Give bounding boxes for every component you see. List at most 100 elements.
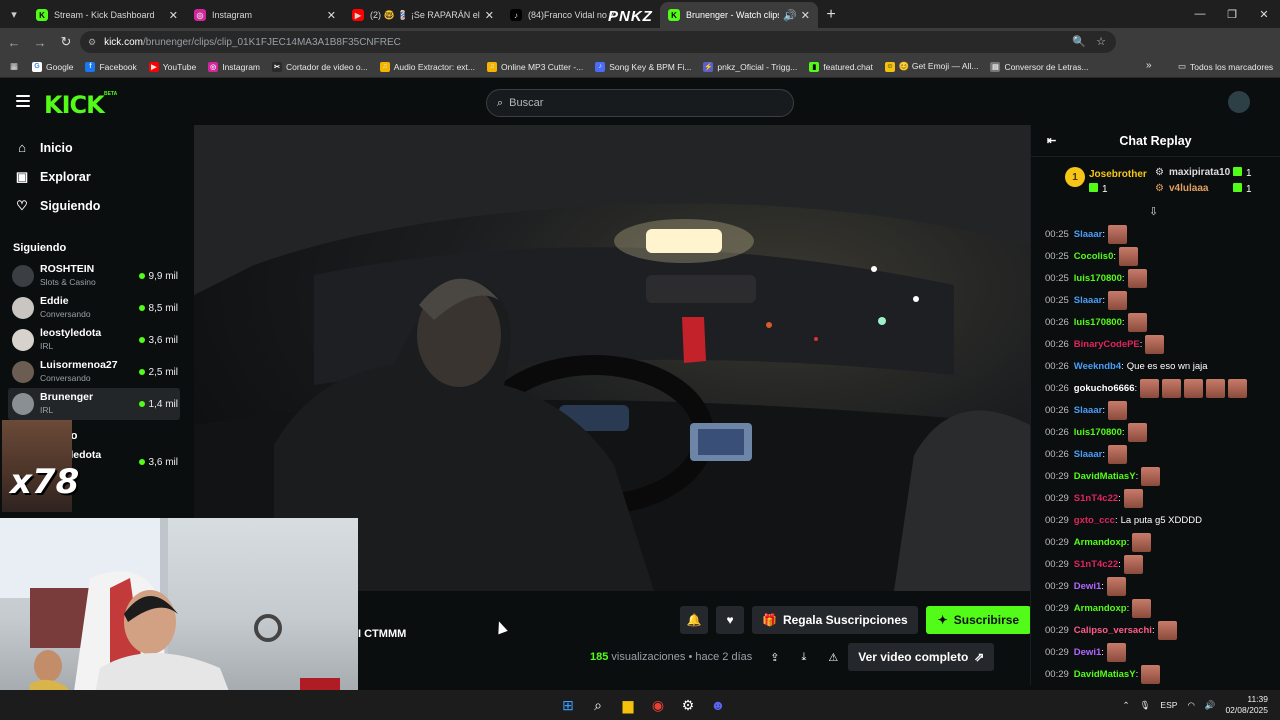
subscribe-button[interactable]: ✦ Suscribirse (925, 606, 1032, 634)
chat-username[interactable]: Armandoxp (1074, 603, 1127, 614)
chat-username[interactable]: Slaaar (1074, 449, 1103, 460)
close-icon[interactable]: ✕ (327, 9, 336, 22)
bookmark-google[interactable]: G Google (32, 61, 73, 72)
chat-username[interactable]: Slaaar (1074, 229, 1103, 240)
tab-youtube[interactable]: ▶ (2) 🤓 💈 ¡Se RAPARÁN el cabe ✕ (344, 2, 502, 28)
report-icon[interactable]: ⚠ (828, 651, 838, 664)
chat-username[interactable]: Dewi1 (1074, 581, 1101, 592)
channel-leostyledota[interactable]: leostyledota IRL 3,6 mil (0, 324, 188, 356)
bookmark-mp3-cutter[interactable]: ♫ Online MP3 Cutter -... (487, 61, 583, 72)
volume-icon[interactable]: 🔊 (1205, 700, 1216, 711)
minimize-button[interactable]: — (1184, 0, 1216, 28)
apps-icon[interactable]: ▦ (10, 61, 18, 72)
chat-username[interactable]: DavidMatiasY (1074, 471, 1136, 482)
bookmark-star-icon[interactable]: ☆ (1096, 35, 1106, 48)
emote-icon (1106, 576, 1126, 596)
chat-username[interactable]: DavidMatiasY (1074, 669, 1136, 680)
chat-username[interactable]: Dewi1 (1074, 647, 1101, 658)
collapse-chat-icon[interactable]: ⇤ (1047, 134, 1056, 147)
notification-bell-button[interactable]: 🔔 (680, 606, 708, 634)
chat-username[interactable]: gokucho6666 (1074, 383, 1135, 394)
more-bookmarks-icon[interactable]: » (1146, 60, 1152, 71)
avatar[interactable] (1228, 91, 1250, 113)
all-bookmarks-folder[interactable]: ▭ Todos los marcadores (1178, 61, 1273, 72)
channel-luisormenoa27[interactable]: Luisormenoa27 Conversando 2,5 mil (0, 356, 188, 388)
gift-icon: 🎁 (762, 613, 777, 627)
search-icon[interactable]: ⌕ (586, 693, 610, 717)
chat-username[interactable]: Slaaar (1074, 405, 1103, 416)
bookmark-song-key[interactable]: ♪ Song Key & BPM Fi... (595, 61, 691, 72)
menu-icon[interactable] (16, 95, 30, 107)
tab-brunenger-clips[interactable]: K Brunenger - Watch clips on 🔊 ✕ (660, 2, 818, 28)
close-icon[interactable]: ✕ (801, 9, 810, 22)
chat-separator: : (1102, 228, 1105, 240)
tray-chevron-icon[interactable]: ⌃ (1123, 700, 1130, 711)
tab-search-icon[interactable]: ▾ (0, 0, 28, 28)
chat-username[interactable]: gxto_ccc (1074, 515, 1115, 526)
chat-username[interactable]: BinaryCodePE (1074, 339, 1140, 350)
sidebar-item-inicio[interactable]: ⌂ Inicio (0, 133, 188, 162)
chat-timestamp: 00:26 (1045, 360, 1069, 372)
site-info-icon[interactable]: ⚙ (88, 37, 96, 48)
search-input[interactable]: ⌕ Buscar (486, 89, 794, 117)
app-icon[interactable]: ⚙ (676, 693, 700, 717)
close-icon[interactable]: ✕ (169, 9, 178, 22)
speaker-icon[interactable]: 🔊 (783, 9, 797, 22)
scroll-down-icon[interactable]: ⇩ (1149, 205, 1158, 218)
wifi-icon[interactable]: ◠ (1187, 700, 1194, 711)
bookmark-facebook[interactable]: f Facebook (85, 61, 137, 72)
sidebar-item-siguiendo[interactable]: ♡ Siguiendo (0, 191, 188, 220)
gift-subs-button[interactable]: 🎁 Regala Suscripciones (752, 606, 918, 634)
tab-instagram[interactable]: ◎ Instagram ✕ (186, 2, 344, 28)
chat-message: 00:29 Calipso_versachi: (1045, 619, 1280, 641)
bookmark-pnkz-trigger[interactable]: ⚡ pnkz_Oficial - Trigg... (703, 61, 797, 72)
clock[interactable]: 11:39 02/08/2025 (1225, 694, 1268, 716)
channel-brunenger[interactable]: Brunenger IRL 1,4 mil (8, 388, 180, 420)
bookmark-featured-chat[interactable]: ▮ featured.chat (809, 61, 873, 72)
close-icon[interactable]: ✕ (485, 9, 494, 22)
chat-username[interactable]: Slaaar (1074, 295, 1103, 306)
forward-button[interactable]: → (28, 30, 52, 54)
kick-logo[interactable]: KICK (44, 91, 105, 119)
bookmark-video-cutter[interactable]: ✂ Cortador de video o... (272, 61, 368, 72)
share-icon[interactable]: ⇪ (770, 651, 779, 664)
chat-username[interactable]: Armandoxp (1074, 537, 1127, 548)
chat-username[interactable]: Weekndb4 (1074, 361, 1121, 372)
bookmark-get-emoji[interactable]: ☺ 😊 Get Emoji — All... (884, 61, 978, 72)
bookmark-youtube[interactable]: ▶ YouTube (148, 61, 196, 72)
close-window-button[interactable]: ✕ (1248, 0, 1280, 28)
reload-button[interactable]: ↻ (54, 30, 78, 54)
sidebar-item-explorar[interactable]: ▣ Explorar (0, 162, 188, 191)
language-indicator[interactable]: ESP (1160, 700, 1177, 710)
chat-username[interactable]: luis170800 (1074, 273, 1122, 284)
discord-icon[interactable]: ☻ (706, 693, 730, 717)
follow-heart-button[interactable]: ♥ (716, 606, 744, 634)
windows-start-icon[interactable]: ⊞ (556, 693, 580, 717)
emote-icon (1162, 378, 1182, 398)
bookmark-conversor[interactable]: ▤ Conversor de Letras... (990, 61, 1089, 72)
chat-separator: : (1121, 426, 1125, 438)
maximize-button[interactable]: ❐ (1216, 0, 1248, 28)
tab-kick-dashboard[interactable]: K Stream - Kick Dashboard ✕ (28, 2, 186, 28)
chat-username[interactable]: S1nT4c22 (1074, 493, 1118, 504)
chat-username[interactable]: luis170800 (1074, 427, 1122, 438)
microphone-icon[interactable]: 🎙 (1140, 700, 1151, 711)
chat-username[interactable]: Cocolis0 (1074, 251, 1114, 262)
zoom-icon[interactable]: 🔍 (1072, 35, 1086, 48)
download-icon[interactable]: ⤓ (801, 651, 806, 664)
chrome-icon[interactable]: ◉ (646, 693, 670, 717)
file-explorer-icon[interactable]: ▆ (616, 693, 640, 717)
back-button[interactable]: ← (2, 30, 26, 54)
chat-username[interactable]: Calipso_versachi (1074, 625, 1152, 636)
channel-roshtein[interactable]: ROSHTEIN Slots & Casino 9,9 mil (0, 260, 188, 292)
channel-eddie[interactable]: Eddie Conversando 8,5 mil (0, 292, 188, 324)
chat-timestamp: 00:29 (1045, 624, 1069, 636)
bookmark-instagram[interactable]: ◎ Instagram (208, 61, 260, 72)
bookmark-audio-extractor[interactable]: ♫ Audio Extractor: ext... (379, 61, 475, 72)
chat-username[interactable]: luis170800 (1074, 317, 1122, 328)
chat-separator: : (1118, 558, 1121, 570)
url-bar[interactable]: ⚙ kick.com/brunenger/clips/clip_01K1FJEC… (80, 31, 1116, 53)
chat-username[interactable]: S1nT4c22 (1074, 559, 1118, 570)
new-tab-button[interactable]: + (818, 2, 844, 28)
full-video-button[interactable]: Ver video completo ⇗ (848, 643, 995, 671)
